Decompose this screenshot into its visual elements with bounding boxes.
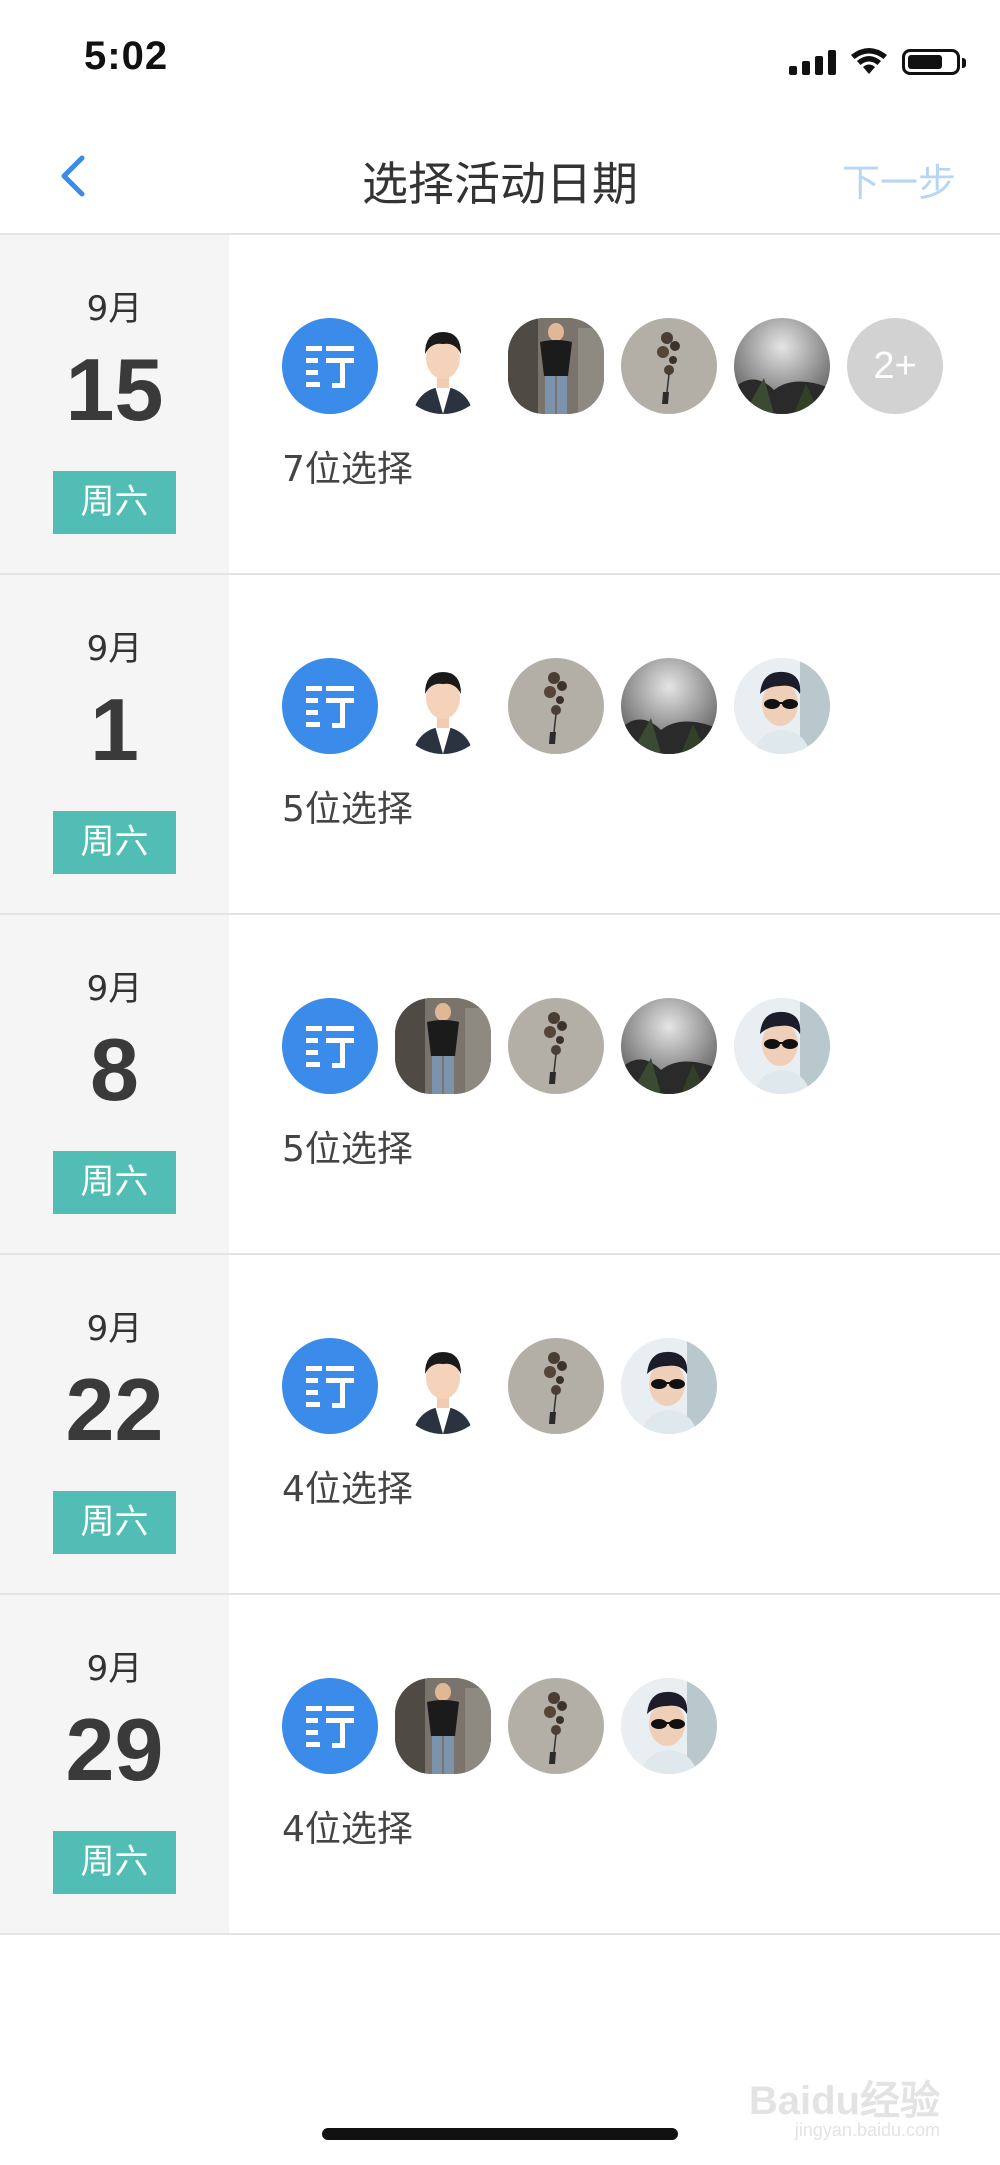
date-list: 9月 15 周六 2+ 7位选择 9月 1 周六 5位选择 9月 8 周六 5位选择 9月 22 周六 4位选择… [0, 235, 1000, 1935]
avatar-group [282, 998, 830, 1094]
battery-icon [902, 49, 966, 75]
weekday-badge: 周六 [53, 811, 176, 874]
weekday-badge: 周六 [53, 471, 176, 534]
avatar[interactable] [621, 998, 717, 1094]
avatar-group [282, 1338, 717, 1434]
date-column: 9月 15 周六 [0, 235, 229, 573]
selection-count: 7位选择 [282, 449, 413, 490]
watermark-url: jingyan.baidu.com [794, 2120, 940, 2140]
date-column: 9月 1 周六 [0, 575, 229, 913]
avatar[interactable] [395, 1338, 491, 1434]
date-row[interactable]: 9月 29 周六 4位选择 [0, 1595, 1000, 1935]
selection-count: 4位选择 [282, 1809, 413, 1850]
avatar[interactable] [395, 658, 491, 754]
avatar-group [282, 1678, 717, 1774]
date-row[interactable]: 9月 15 周六 2+ 7位选择 [0, 235, 1000, 575]
weekday-badge: 周六 [53, 1831, 176, 1894]
status-time: 5:02 [84, 34, 169, 78]
date-content: 2+ 7位选择 [229, 235, 1000, 573]
avatar[interactable] [734, 658, 830, 754]
avatar[interactable] [621, 318, 717, 414]
watermark-logo: Baidu经验 [748, 2079, 940, 2123]
date-content: 4位选择 [229, 1255, 1000, 1593]
date-column: 9月 29 周六 [0, 1595, 229, 1933]
date-row[interactable]: 9月 1 周六 5位选择 [0, 575, 1000, 915]
status-icons [789, 44, 966, 80]
weekday-badge: 周六 [53, 1491, 176, 1554]
date-row[interactable]: 9月 22 周六 4位选择 [0, 1255, 1000, 1595]
app-logo-avatar[interactable] [282, 658, 378, 754]
status-bar: 5:02 [0, 0, 1000, 118]
avatar[interactable] [508, 658, 604, 754]
date-month: 9月 [86, 1309, 143, 1349]
date-month: 9月 [86, 969, 143, 1009]
signal-icon [789, 49, 836, 75]
selection-count: 4位选择 [282, 1469, 413, 1510]
app-logo-avatar[interactable] [282, 1338, 378, 1434]
avatar[interactable] [621, 658, 717, 754]
date-column: 9月 8 周六 [0, 915, 229, 1253]
next-step-button[interactable]: 下一步 [842, 152, 956, 207]
date-row[interactable]: 9月 8 周六 5位选择 [0, 915, 1000, 1255]
avatar[interactable] [621, 1338, 717, 1434]
app-logo-avatar[interactable] [282, 318, 378, 414]
avatar[interactable] [621, 1678, 717, 1774]
selection-count: 5位选择 [282, 1129, 413, 1170]
date-day: 15 [65, 340, 164, 439]
date-column: 9月 22 周六 [0, 1255, 229, 1593]
weekday-badge: 周六 [53, 1151, 176, 1214]
home-indicator [322, 2128, 678, 2140]
date-month: 9月 [86, 1649, 143, 1689]
date-day: 22 [65, 1360, 164, 1459]
app-logo-avatar[interactable] [282, 1678, 378, 1774]
avatar-group [282, 658, 830, 754]
avatar[interactable] [395, 1678, 491, 1774]
avatar[interactable] [508, 1338, 604, 1434]
date-month: 9月 [86, 289, 143, 329]
date-month: 9月 [86, 629, 143, 669]
avatar[interactable] [395, 998, 491, 1094]
avatar[interactable] [508, 318, 604, 414]
avatar[interactable] [508, 998, 604, 1094]
selection-count: 5位选择 [282, 789, 413, 830]
avatar[interactable] [734, 318, 830, 414]
avatar[interactable] [734, 998, 830, 1094]
app-logo-avatar[interactable] [282, 998, 378, 1094]
avatar[interactable] [395, 318, 491, 414]
wifi-icon [851, 48, 887, 74]
nav-bar: 选择活动日期 下一步 [0, 118, 1000, 235]
date-content: 5位选择 [229, 915, 1000, 1253]
date-content: 5位选择 [229, 575, 1000, 913]
more-avatars-badge[interactable]: 2+ [847, 318, 943, 414]
date-content: 4位选择 [229, 1595, 1000, 1933]
date-day: 8 [90, 1020, 139, 1119]
date-day: 29 [65, 1700, 164, 1799]
avatar-group: 2+ [282, 318, 943, 414]
date-day: 1 [90, 680, 139, 779]
avatar[interactable] [508, 1678, 604, 1774]
